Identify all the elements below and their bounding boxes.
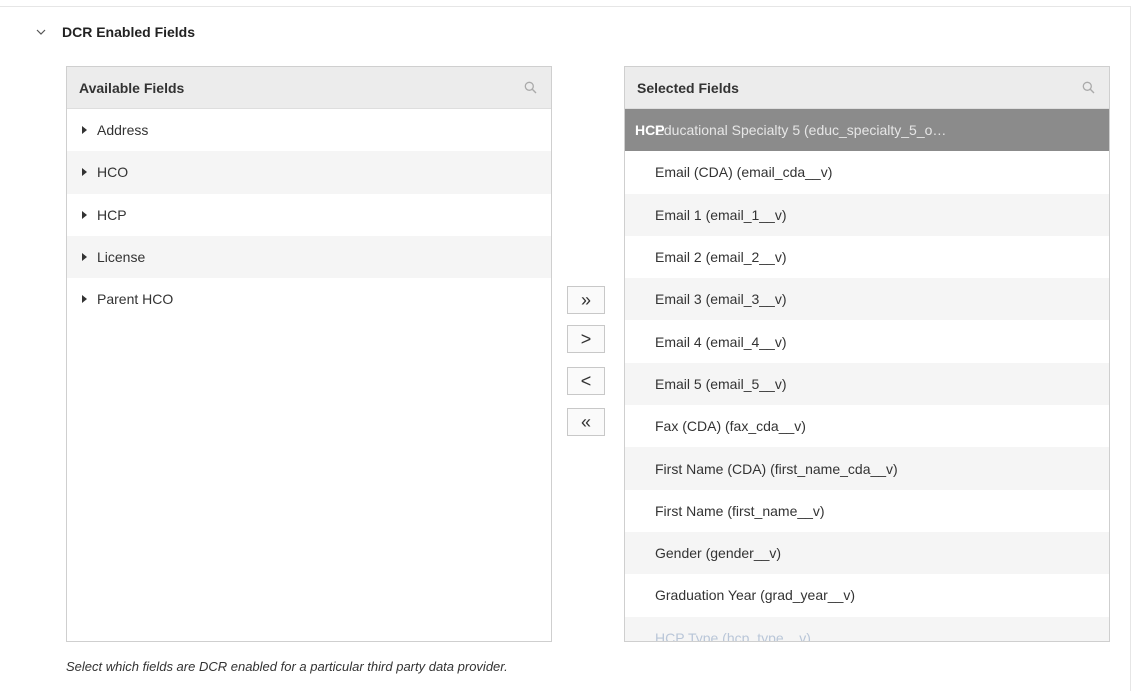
help-text: Select which fields are DCR enabled for … [66, 659, 508, 674]
list-item[interactable]: Email 1 (email_1__v) [625, 193, 1109, 236]
list-item-label: Email 3 (email_3__v) [655, 291, 787, 308]
selected-fields-list: HCP Educational Specialty 5 (educ_specia… [625, 109, 1109, 642]
section-border-top [0, 6, 1131, 7]
list-item[interactable]: Fax (CDA) (fax_cda__v) [625, 405, 1109, 447]
tree-item-parent-hco[interactable]: Parent HCO [67, 278, 551, 320]
add-selected-button[interactable]: > [567, 325, 605, 353]
tree-item-label: HCP [97, 206, 127, 223]
add-all-button[interactable]: » [567, 286, 605, 314]
available-fields-panel: Available Fields Address HCO HCP License… [66, 66, 552, 642]
list-item[interactable]: Gender (gender__v) [625, 531, 1109, 575]
dcr-section-toggle[interactable]: DCR Enabled Fields [34, 24, 195, 40]
list-item-label: Graduation Year (grad_year__v) [655, 587, 856, 604]
list-item-label: First Name (CDA) (first_name_cda__v) [655, 460, 898, 477]
tree-item-address[interactable]: Address [67, 109, 551, 151]
list-item[interactable]: Email 5 (email_5__v) [625, 362, 1109, 406]
section-border-right [1130, 6, 1131, 691]
list-item[interactable]: Email (CDA) (email_cda__v) [625, 151, 1109, 193]
section-title: DCR Enabled Fields [62, 24, 196, 40]
tree-item-hco[interactable]: HCO [67, 151, 551, 194]
list-item-label: Educational Specialty 5 (educ_specialty_… [654, 122, 947, 139]
available-fields-header: Available Fields [67, 67, 551, 109]
selected-fields-panel: Selected Fields HCP Educational Specialt… [624, 66, 1110, 642]
list-item-label: Email 4 (email_4__v) [655, 333, 787, 350]
list-item-label: Email 1 (email_1__v) [655, 206, 787, 223]
list-item[interactable]: HCP Type (hcp_type__v) [625, 616, 1109, 642]
list-item[interactable]: Graduation Year (grad_year__v) [625, 574, 1109, 616]
list-item-label: Email (CDA) (email_cda__v) [655, 164, 833, 181]
tree-item-license[interactable]: License [67, 235, 551, 279]
list-item-label: Email 2 (email_2__v) [655, 249, 787, 266]
caret-right-icon [82, 253, 87, 262]
search-icon[interactable] [1079, 79, 1097, 97]
list-item[interactable]: First Name (CDA) (first_name_cda__v) [625, 447, 1109, 490]
available-fields-title: Available Fields [79, 79, 185, 96]
tree-item-label: HCO [97, 164, 129, 181]
list-item[interactable]: Email 2 (email_2__v) [625, 236, 1109, 278]
list-item-label: HCP Type (hcp_type__v) [655, 629, 811, 642]
caret-right-icon [82, 210, 87, 219]
chevron-down-icon [34, 25, 48, 39]
selected-list-item-highlighted[interactable]: HCP Educational Specialty 5 (educ_specia… [625, 109, 1109, 152]
list-item-label: Gender (gender__v) [655, 545, 782, 562]
available-fields-list: Address HCO HCP License Parent HCO [67, 109, 551, 320]
list-item-label: Email 5 (email_5__v) [655, 375, 787, 392]
tree-item-label: License [97, 249, 146, 266]
selected-fields-header: Selected Fields [625, 67, 1109, 109]
tree-item-label: Parent HCO [97, 291, 174, 308]
caret-right-icon [82, 168, 87, 177]
tree-item-label: Address [97, 122, 149, 139]
tree-item-hcp[interactable]: HCP [67, 194, 551, 236]
list-item[interactable]: Email 4 (email_4__v) [625, 320, 1109, 362]
remove-selected-button[interactable]: < [567, 367, 605, 395]
caret-right-icon [82, 295, 87, 304]
list-item-label: Fax (CDA) (fax_cda__v) [655, 418, 806, 435]
list-item[interactable]: Email 3 (email_3__v) [625, 278, 1109, 321]
selected-fields-title: Selected Fields [637, 79, 739, 96]
caret-right-icon [82, 126, 87, 135]
list-item-label: First Name (first_name__v) [655, 502, 825, 519]
list-item[interactable]: First Name (first_name__v) [625, 490, 1109, 532]
search-icon[interactable] [521, 79, 539, 97]
drag-group-label: HCP [635, 122, 665, 139]
remove-all-button[interactable]: « [567, 408, 605, 436]
